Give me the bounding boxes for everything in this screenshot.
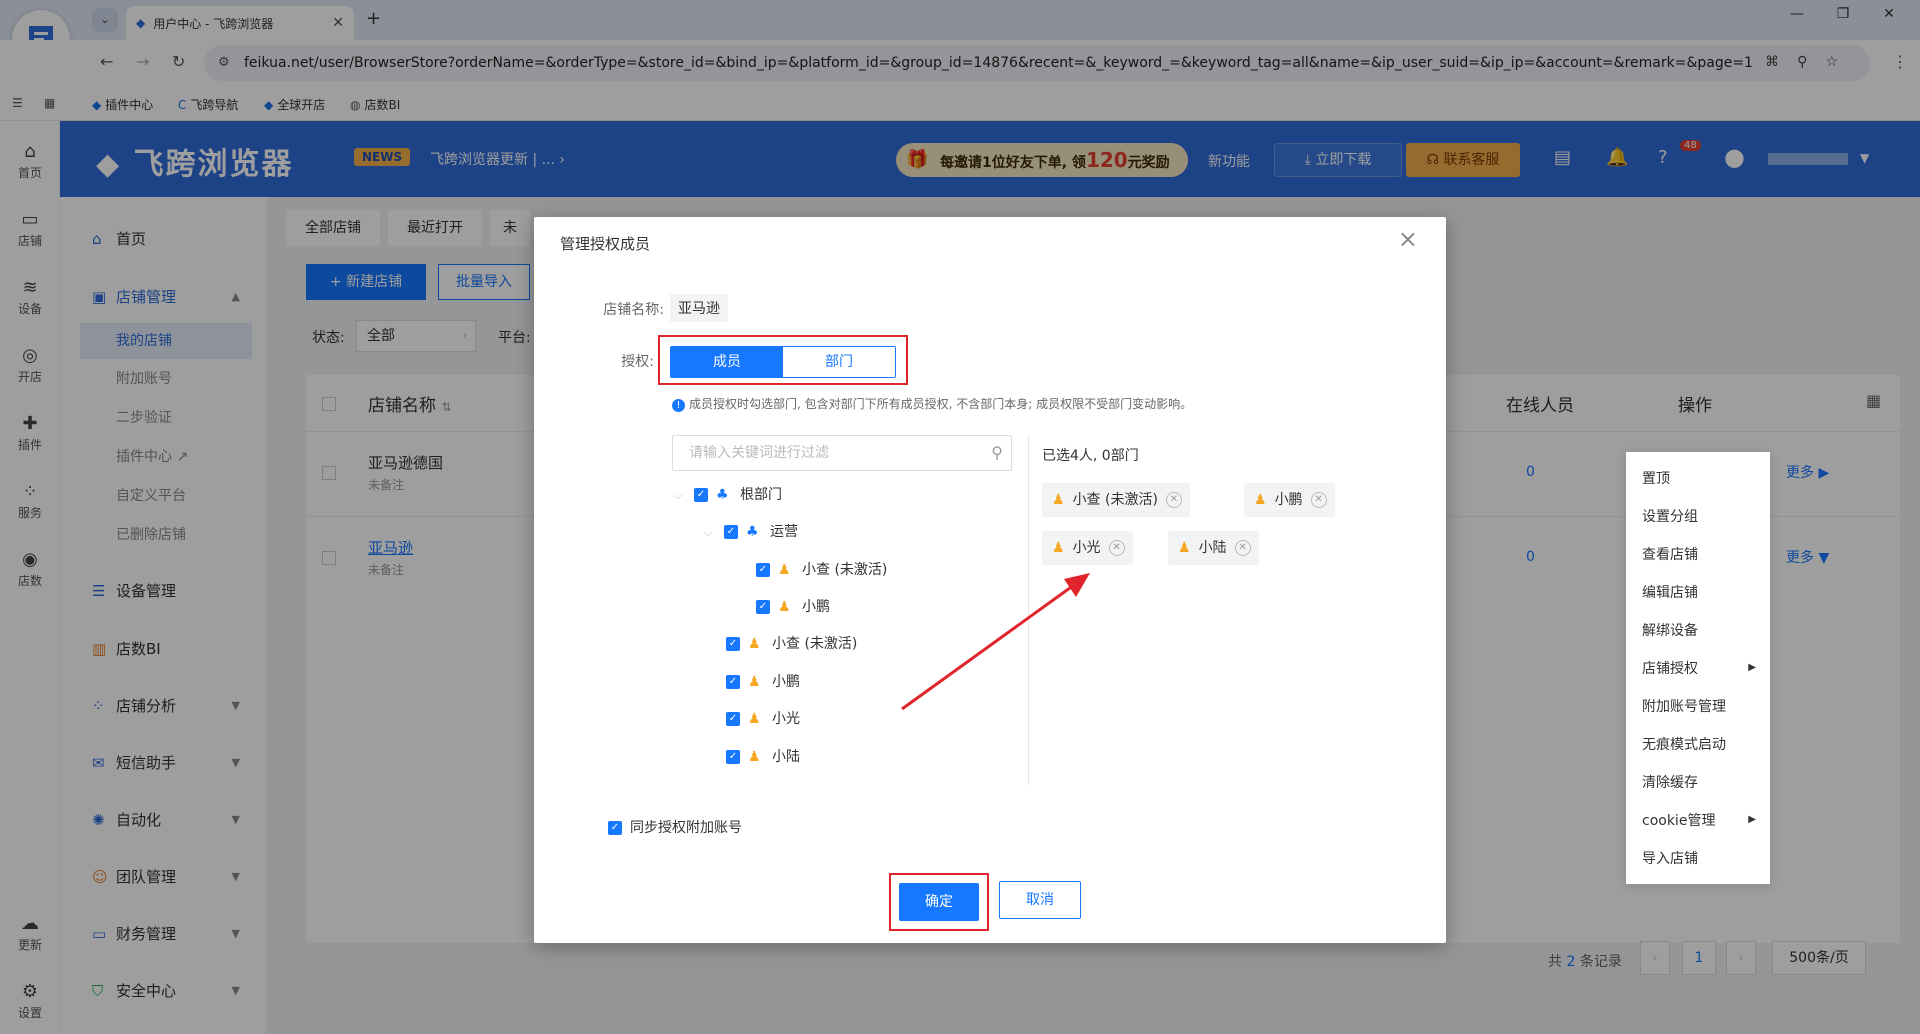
checkbox-checked[interactable]: ✓ (726, 750, 740, 764)
submenu-arrow-icon: ▶ (1748, 662, 1756, 673)
menu-item-pin[interactable]: 置顶 (1642, 468, 1670, 488)
auth-type-highlight: 成员 部门 (658, 335, 908, 385)
sync-extra-accounts[interactable]: ✓ 同步授权附加账号 (608, 817, 742, 837)
person-icon: ♟ (778, 599, 791, 615)
close-icon[interactable]: × (1398, 225, 1418, 253)
person-icon: ♟ (748, 674, 761, 690)
dialog-title: 管理授权成员 (560, 235, 651, 253)
checkbox-checked[interactable]: ✓ (724, 525, 738, 539)
checkbox-checked[interactable]: ✓ (756, 563, 770, 577)
menu-item-edit-store[interactable]: 编辑店铺 (1642, 582, 1698, 602)
person-icon: ♟ (778, 562, 791, 578)
remove-chip-icon[interactable]: ✕ (1108, 540, 1125, 556)
selected-chip: ♟ 小鹏 ✕ (1244, 483, 1335, 517)
checkbox-checked[interactable]: ✓ (694, 488, 708, 502)
tree-node-member[interactable]: ✓ ♟ 小光 (726, 707, 800, 731)
menu-item-import-store[interactable]: 导入店铺 (1642, 848, 1698, 868)
checkbox-checked[interactable]: ✓ (726, 675, 740, 689)
store-name-label: 店铺名称: (603, 302, 664, 318)
selected-chip: ♟ 小陆 ✕ (1168, 531, 1259, 565)
search-icon: ⚲ (991, 443, 1003, 462)
department-icon: ♣ (746, 524, 759, 540)
checkbox-checked[interactable]: ✓ (756, 600, 770, 614)
member-filter-input[interactable]: 请输入关键词进行过滤 ⚲ (672, 435, 1012, 471)
confirm-highlight: 确定 (889, 873, 989, 931)
auth-label: 授权: (621, 354, 654, 370)
store-context-menu: 置顶 设置分组 查看店铺 编辑店铺 解绑设备 店铺授权 ▶ 附加账号管理 无痕模… (1626, 452, 1770, 884)
tree-node-member[interactable]: ✓ ♟ 小查 (未激活) (756, 558, 887, 582)
menu-item-set-group[interactable]: 设置分组 (1642, 506, 1698, 526)
confirm-button[interactable]: 确定 (899, 883, 979, 921)
checkbox-checked[interactable]: ✓ (726, 712, 740, 726)
menu-item-store-auth[interactable]: 店铺授权 (1642, 658, 1698, 678)
menu-item-extra-accounts[interactable]: 附加账号管理 (1642, 696, 1726, 716)
store-name-value: 亚马逊 (670, 294, 728, 322)
tree-node-member[interactable]: ✓ ♟ 小鹏 (756, 595, 830, 619)
menu-item-view-store[interactable]: 查看店铺 (1642, 544, 1698, 564)
remove-chip-icon[interactable]: ✕ (1234, 540, 1251, 556)
person-icon: ♟ (748, 636, 761, 652)
person-icon: ♟ (748, 711, 761, 727)
remove-chip-icon[interactable]: ✕ (1165, 492, 1182, 508)
checkbox-checked[interactable]: ✓ (608, 821, 622, 835)
remove-chip-icon[interactable]: ✕ (1310, 492, 1327, 508)
chevron-down-icon: ⌵ (704, 526, 713, 539)
selected-count: 已选4人, 0部门 (1042, 448, 1139, 464)
auth-hint: ! 成员授权时勾选部门, 包含对部门下所有成员授权, 不含部门本身; 成员权限不受… (672, 395, 1192, 412)
department-icon: ♣ (716, 487, 729, 503)
person-icon: ♟ (1052, 492, 1065, 508)
annotation-arrow (901, 573, 1090, 711)
chevron-down-icon: ⌵ (674, 489, 683, 502)
tab-member[interactable]: 成员 (671, 347, 783, 377)
person-icon: ♟ (1178, 540, 1191, 556)
person-icon: ♟ (1254, 492, 1267, 508)
checkbox-checked[interactable]: ✓ (726, 637, 740, 651)
menu-item-clear-cache[interactable]: 清除缓存 (1642, 772, 1698, 792)
tree-node-member[interactable]: ✓ ♟ 小陆 (726, 745, 800, 769)
submenu-arrow-icon: ▶ (1748, 814, 1756, 825)
cancel-button[interactable]: 取消 (999, 881, 1081, 919)
tab-department[interactable]: 部门 (783, 347, 895, 377)
menu-item-incognito[interactable]: 无痕模式启动 (1642, 734, 1726, 754)
info-icon: ! (672, 399, 685, 412)
tree-node-member[interactable]: ✓ ♟ 小鹏 (726, 670, 800, 694)
tree-node-dept[interactable]: ⌵ ✓ ♣ 运营 (704, 520, 798, 544)
selected-chip: ♟ 小查 (未激活) ✕ (1042, 483, 1190, 517)
person-icon: ♟ (748, 749, 761, 765)
menu-item-cookie[interactable]: cookie管理 (1642, 810, 1715, 830)
tree-node-root[interactable]: ⌵ ✓ ♣ 根部门 (674, 483, 782, 507)
menu-item-unbind-device[interactable]: 解绑设备 (1642, 620, 1698, 640)
tree-node-member[interactable]: ✓ ♟ 小查 (未激活) (726, 632, 857, 656)
auth-type-toggle: 成员 部门 (670, 346, 896, 378)
manage-auth-dialog: 管理授权成员 × 店铺名称: 亚马逊 授权: 成员 部门 ! 成员授权时勾选部门,… (534, 217, 1446, 943)
